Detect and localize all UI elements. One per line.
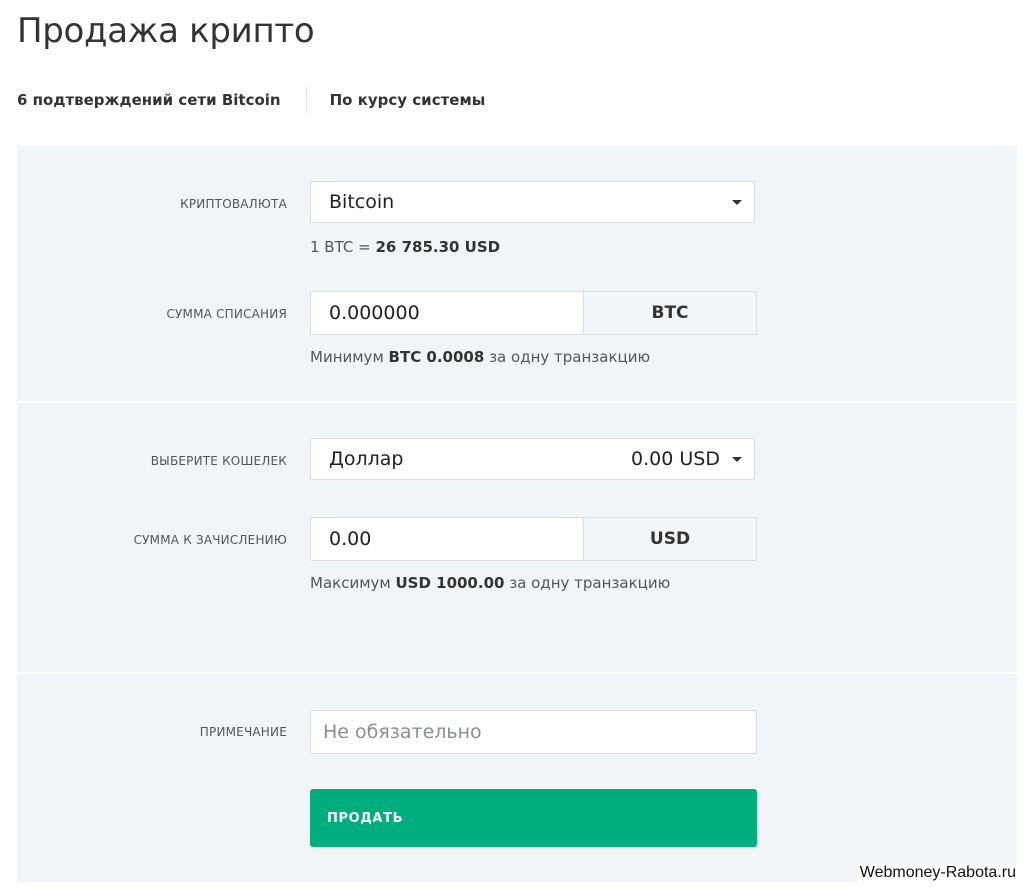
note-label: Примечание [199, 725, 287, 739]
hint-value: BTC 0.0008 [388, 348, 485, 366]
crypto-label: Криптовалюта [180, 197, 287, 211]
debit-amount-group: 0.000000 BTC [310, 291, 757, 335]
debit-amount-label: Сумма списания [166, 307, 287, 321]
watermark: Webmoney-Rabota.ru [857, 864, 1018, 882]
credit-amount-input[interactable]: 0.00 [310, 517, 584, 561]
rate-mode-info: По курсу системы [329, 91, 486, 109]
chevron-down-icon [732, 456, 742, 462]
wallet-select[interactable]: Доллар 0.00 USD [310, 438, 755, 480]
credit-currency: USD [584, 517, 757, 561]
chevron-down-icon [732, 199, 742, 205]
crypto-selected-value: Bitcoin [329, 191, 395, 213]
meta-divider [305, 87, 307, 113]
wallet-label: Выберите кошелек [150, 454, 287, 468]
sell-button[interactable]: Продать [310, 789, 757, 847]
wallet-selected-value: Доллар [329, 448, 404, 470]
wallet-balance: 0.00 USD [631, 448, 720, 470]
confirmations-info: 6 подтверждений сети Bitcoin [17, 91, 281, 109]
hint-suffix: за одну транзакцию [484, 348, 651, 366]
hint-suffix: за одну транзакцию [504, 574, 671, 592]
credit-amount-label: Сумма к зачислению [133, 533, 287, 547]
hint-value: USD 1000.00 [395, 574, 505, 592]
note-input[interactable] [310, 710, 757, 754]
sell-crypto-page: Продажа крипто 6 подтверждений сети Bitc… [0, 0, 1024, 891]
section-divider [17, 672, 1017, 674]
credit-amount-group: 0.00 USD [310, 517, 757, 561]
debit-amount-input[interactable]: 0.000000 [310, 291, 584, 335]
exchange-meta: 6 подтверждений сети Bitcoin По курсу си… [17, 87, 485, 113]
hint-prefix: Максимум [310, 574, 396, 592]
section-divider [17, 401, 1017, 403]
page-title: Продажа крипто [17, 11, 315, 51]
credit-maximum-hint: Максимум USD 1000.00 за одну транзакцию [310, 574, 670, 592]
crypto-select[interactable]: Bitcoin [310, 181, 755, 223]
debit-currency: BTC [584, 291, 757, 335]
hint-prefix: Минимум [310, 348, 389, 366]
debit-minimum-hint: Минимум BTC 0.0008 за одну транзакцию [310, 348, 650, 366]
rate-value: 26 785.30 USD [375, 238, 501, 256]
crypto-rate: 1 BTC = 26 785.30 USD [310, 238, 500, 256]
sell-form-panel [17, 145, 1017, 882]
rate-prefix: 1 BTC = [310, 238, 376, 256]
